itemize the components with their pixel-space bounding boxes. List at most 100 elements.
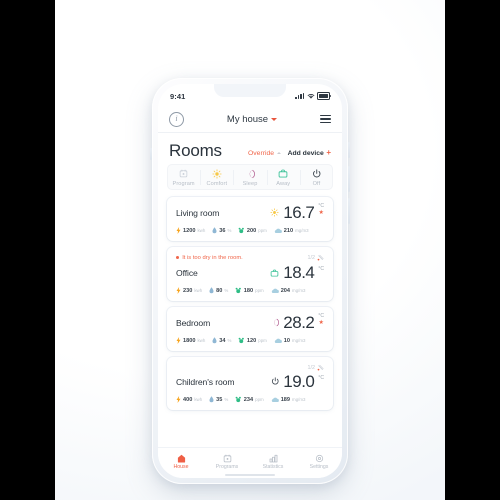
cloud-icon (274, 228, 282, 233)
tab-statistics[interactable]: Statistics (250, 454, 296, 471)
add-device-label: Add device (287, 149, 324, 157)
room-badge: 1/2 (176, 364, 324, 371)
metric-energy: 1800 kwh (176, 337, 205, 344)
app-header: i My house (158, 106, 342, 132)
tab-label: House (173, 464, 189, 471)
power-icon (312, 168, 322, 179)
heating-icon: ★ (318, 209, 324, 216)
mode-comfort[interactable]: Comfort (200, 168, 233, 187)
override-button[interactable]: Override (248, 150, 281, 157)
screenshot-stage: 9:41 i My house Rooms Override Add devic… (0, 0, 500, 500)
sun-icon (270, 208, 279, 217)
temperature-unit-group: °C ★ (318, 203, 324, 216)
room-name: Bedroom (176, 317, 211, 328)
letterbox-right (445, 0, 500, 500)
phone-device-frame: 9:41 i My house Rooms Override Add devic… (150, 78, 350, 484)
tab-label: Settings (309, 464, 329, 471)
room-list[interactable]: Living room 16.7 °C ★ 1200 kwh 36 % 200 … (158, 190, 342, 447)
info-glyph: i (175, 114, 178, 123)
metric-value: 1200 (183, 227, 196, 234)
volume-button[interactable] (150, 148, 152, 160)
co2-icon (239, 227, 245, 234)
room-main-row: Office 18.4 °C (176, 264, 324, 281)
briefcase-icon (270, 269, 279, 277)
temperature-unit: °C (318, 375, 324, 381)
metric-air-quality: 189 mg/m3 (271, 396, 306, 403)
temperature-unit-group: °C (318, 267, 324, 272)
room-name: Children's room (176, 376, 235, 387)
metric-value: 36 (219, 227, 226, 234)
metric-unit: ppm (258, 228, 267, 233)
room-card[interactable]: 1/2 Children's room 19.0 °C 400 kwh 35 %… (167, 357, 333, 410)
metric-value: 120 (246, 337, 257, 344)
metric-co2: 180 ppm (235, 287, 264, 294)
room-card[interactable]: Bedroom 28.2 °C ★ 1800 kwh 34 % 120 ppm … (167, 307, 333, 351)
metric-unit: % (224, 288, 229, 293)
calendar-icon (179, 168, 188, 179)
room-badge: 1/2 (308, 254, 325, 261)
metric-humidity: 34 % (212, 337, 231, 344)
metric-co2: 200 ppm (238, 227, 267, 234)
cloud-icon (271, 288, 279, 293)
power-side-button[interactable] (348, 198, 350, 224)
metric-unit: % (227, 228, 232, 233)
room-main-row: Living room 16.7 °C ★ (176, 203, 324, 221)
lightning-icon (176, 396, 181, 403)
room-badge-text: 1/2 (307, 254, 316, 261)
info-icon[interactable]: i (169, 111, 184, 127)
droplet-icon (209, 396, 214, 403)
metric-unit: mg/m3 (292, 397, 306, 402)
room-card[interactable]: Living room 16.7 °C ★ 1200 kwh 36 % 200 … (167, 197, 333, 241)
room-card[interactable]: It is too dry in the room. 1/2 Office 18… (167, 247, 333, 301)
metric-energy: 1200 kwh (176, 227, 205, 234)
mute-switch[interactable] (348, 142, 350, 158)
status-indicators (295, 92, 331, 100)
lightning-icon (176, 227, 181, 234)
metric-unit: kwh (197, 338, 206, 343)
metric-energy: 230 kwh (176, 287, 202, 294)
mode-label: Program (172, 181, 195, 187)
metric-value: 189 (280, 396, 291, 403)
metric-value: 400 (183, 396, 193, 403)
room-temperature-group: 19.0 °C (271, 373, 324, 390)
battery-icon (317, 92, 331, 100)
room-name: Living room (176, 207, 220, 218)
heating-icon: ★ (318, 319, 324, 326)
temperature-unit: °C (318, 266, 324, 272)
droplet-icon (209, 287, 214, 294)
mode-label: Off (312, 181, 321, 187)
metric-value: 234 (243, 396, 254, 403)
metric-unit: mg/m3 (292, 288, 306, 293)
tab-house[interactable]: House (158, 454, 204, 471)
tab-programs[interactable]: Programs (204, 454, 250, 470)
lightning-icon (176, 287, 181, 294)
house-selector[interactable]: My house (227, 114, 278, 125)
home-indicator (225, 474, 275, 476)
metric-co2: 234 ppm (235, 396, 264, 403)
mode-label: Comfort (206, 181, 228, 187)
mode-program[interactable]: Program (167, 168, 200, 187)
add-device-button[interactable]: Add device + (288, 149, 331, 157)
room-metrics: 400 kwh 35 % 234 ppm 189 mg/m3 (176, 396, 324, 403)
tab-settings[interactable]: Settings (296, 454, 342, 471)
room-warning: It is too dry in the room. (176, 255, 243, 261)
room-temperature: 28.2 (283, 313, 315, 332)
sun-icon (212, 168, 222, 179)
metric-energy: 400 kwh (176, 396, 202, 403)
gear-icon (315, 454, 323, 462)
tab-label: Statistics (262, 464, 284, 471)
metric-value: 35 (216, 396, 223, 403)
hamburger-menu-icon[interactable] (320, 115, 331, 123)
room-metrics: 230 kwh 80 % 180 ppm 204 mg/m3 (176, 287, 324, 294)
phone-screen: 9:41 i My house Rooms Override Add devic… (158, 84, 342, 478)
metric-unit: kwh (194, 288, 203, 293)
room-warning-text: It is too dry in the room. (182, 254, 243, 261)
room-temperature-group: 16.7 °C ★ (270, 203, 324, 221)
mode-sleep[interactable]: Sleep (233, 168, 266, 187)
mode-away[interactable]: Away (266, 168, 300, 187)
mode-off[interactable]: Off (299, 168, 333, 187)
room-metrics: 1800 kwh 34 % 120 ppm 10 mg/m3 (176, 337, 324, 344)
briefcase-icon (278, 168, 288, 179)
volume-up-button[interactable] (348, 166, 350, 192)
metric-unit: kwh (194, 397, 203, 402)
